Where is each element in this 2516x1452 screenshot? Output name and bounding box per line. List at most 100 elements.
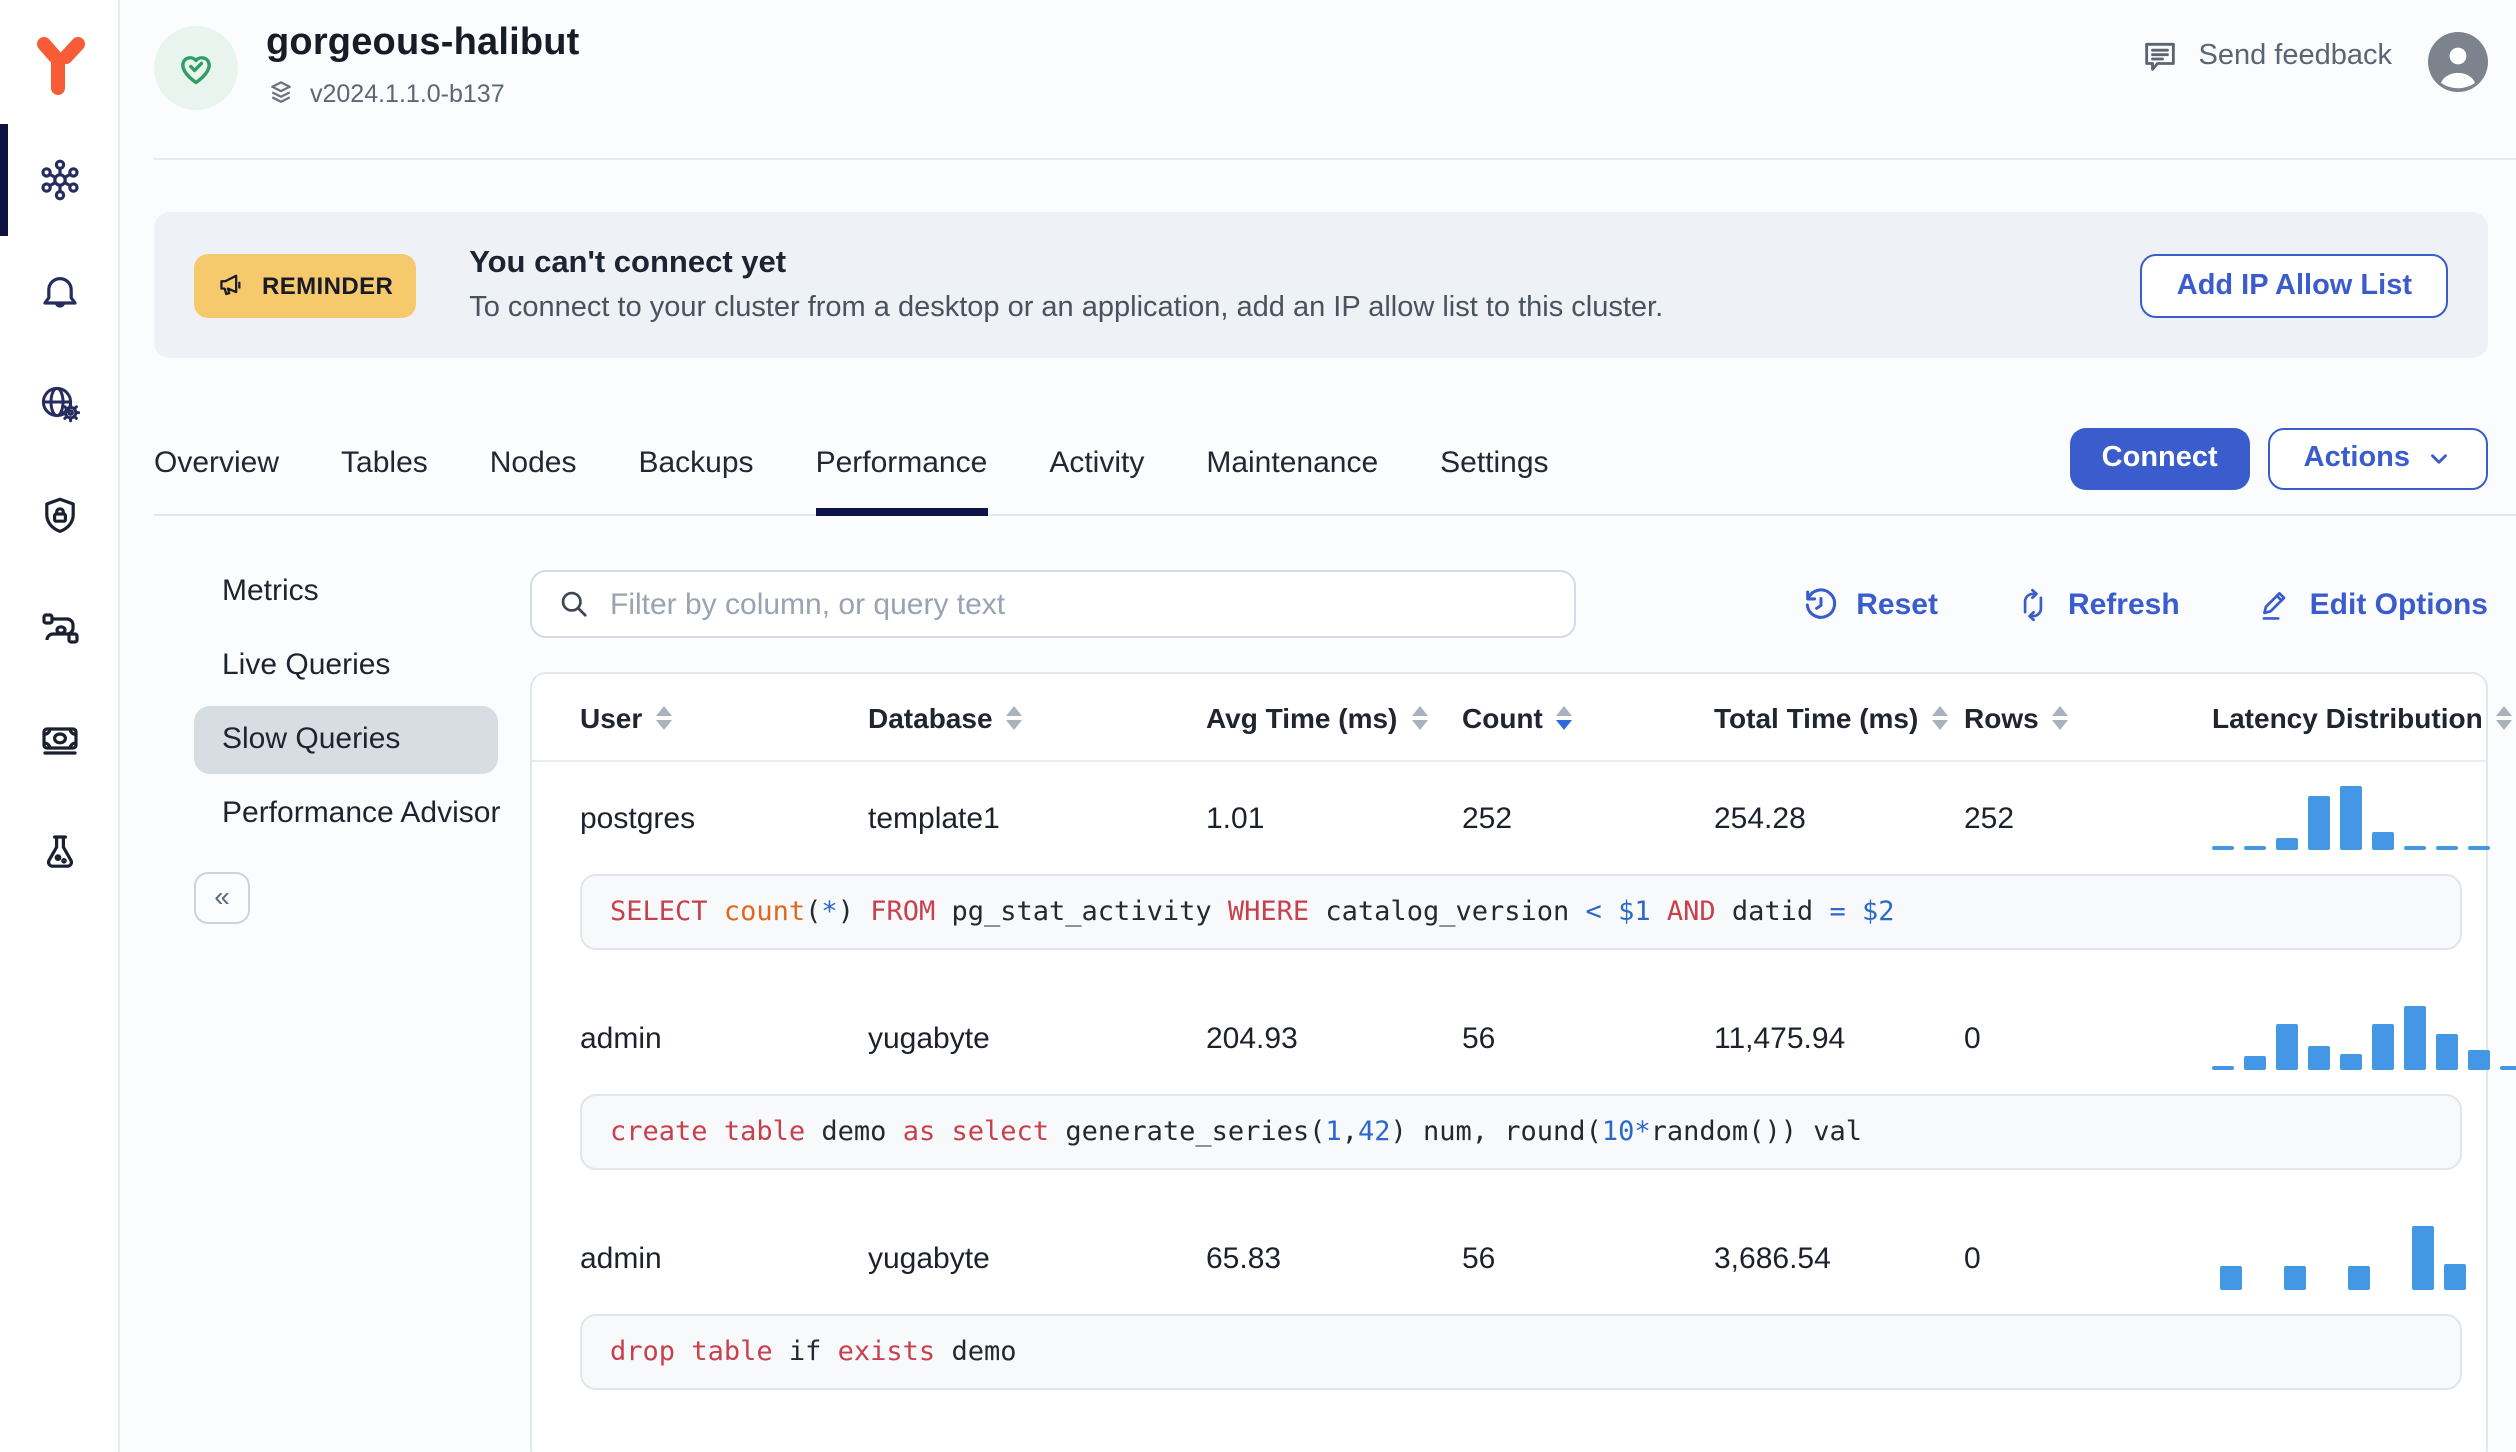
column-header-rows[interactable]: Rows bbox=[1964, 701, 2212, 733]
query-text[interactable]: create table demo as select generate_ser… bbox=[580, 1094, 2462, 1170]
tab-backups[interactable]: Backups bbox=[638, 418, 753, 514]
tab-tables[interactable]: Tables bbox=[341, 418, 428, 514]
latency-histogram bbox=[2212, 780, 2490, 856]
tab-nodes[interactable]: Nodes bbox=[490, 418, 577, 514]
integrations-flow-icon[interactable] bbox=[0, 572, 118, 684]
sort-icon bbox=[1932, 705, 1949, 729]
collapse-sidenav-button[interactable]: « bbox=[194, 872, 250, 924]
tab-overview[interactable]: Overview bbox=[154, 418, 279, 514]
active-nav-indicator bbox=[0, 124, 8, 236]
title-block: gorgeous-halibut v2024.1.1.0-b137 bbox=[266, 22, 580, 108]
billing-money-icon[interactable] bbox=[0, 684, 118, 796]
table-row[interactable]: postgres template1 1.01 252 254.28 252 bbox=[532, 762, 2490, 874]
performance-subnav: Metrics Live Queries Slow Queries Performan… bbox=[154, 516, 530, 1452]
column-header-database[interactable]: Database bbox=[868, 701, 1206, 733]
add-ip-allow-list-button[interactable]: Add IP Allow List bbox=[2140, 253, 2448, 317]
tab-performance[interactable]: Performance bbox=[815, 418, 987, 516]
reminder-badge: REMINDER bbox=[194, 253, 416, 317]
cluster-health-badge bbox=[154, 26, 238, 110]
banner-text: You can't connect yet To connect to your… bbox=[469, 246, 1663, 324]
column-header-user[interactable]: User bbox=[580, 701, 868, 733]
slow-queries-table: User Database Avg Time (ms) Count Total Time… bbox=[530, 672, 2516, 1452]
column-label: Avg Time (ms) bbox=[1206, 701, 1398, 733]
edit-options-button[interactable]: Edit Options bbox=[2256, 585, 2488, 623]
filter-input[interactable] bbox=[610, 587, 1550, 621]
table-row[interactable]: admin yugabyte 65.83 56 3,686.54 0 bbox=[532, 1202, 2486, 1314]
cell-database: yugabyte bbox=[868, 1241, 990, 1275]
column-label: User bbox=[580, 701, 643, 733]
cell-database: template1 bbox=[868, 801, 1000, 835]
network-globe-gear-icon[interactable] bbox=[0, 348, 118, 460]
cell-total-time-ms: 3,686.54 bbox=[1714, 1241, 1831, 1275]
alerts-bell-icon[interactable] bbox=[0, 236, 118, 348]
latency-histogram bbox=[2212, 1000, 2516, 1076]
cell-user: admin bbox=[580, 1021, 662, 1055]
version-text: v2024.1.1.0-b137 bbox=[310, 79, 505, 107]
column-header-latency-distribution[interactable]: Latency Distribution bbox=[2212, 701, 2513, 733]
column-header-avg-time-ms[interactable]: Avg Time (ms) bbox=[1206, 701, 1462, 733]
refresh-button[interactable]: Refresh bbox=[2014, 585, 2180, 623]
query-text[interactable]: drop table if exists demo bbox=[580, 1314, 2462, 1390]
page-title: gorgeous-halibut bbox=[266, 22, 580, 64]
cluster-version: v2024.1.1.0-b137 bbox=[266, 78, 580, 108]
subnav-item-live-queries[interactable]: Live Queries bbox=[194, 632, 498, 700]
banner-message: To connect to your cluster from a deskto… bbox=[469, 292, 1664, 324]
sort-icon bbox=[1556, 705, 1573, 729]
yugabyte-logo-icon[interactable] bbox=[0, 16, 118, 116]
send-feedback-button[interactable]: Send feedback bbox=[2141, 36, 2393, 76]
column-header-count[interactable]: Count bbox=[1462, 701, 1714, 733]
cell-user: admin bbox=[580, 1241, 662, 1275]
actions-button[interactable]: Actions bbox=[2267, 427, 2488, 489]
slow-queries-pane: Reset Refresh bbox=[530, 516, 2516, 1452]
chevron-down-icon bbox=[2426, 445, 2452, 471]
table-body: postgres template1 1.01 252 254.28 252 SELECT … bbox=[532, 762, 2516, 1390]
cell-avg-time-ms: 65.83 bbox=[1206, 1241, 1282, 1275]
refresh-label: Refresh bbox=[2067, 587, 2180, 621]
tabs-bar: Overview Tables Nodes Backups Performance Act… bbox=[154, 418, 2516, 516]
cell-avg-time-ms: 1.01 bbox=[1206, 801, 1265, 835]
latency-histogram bbox=[2220, 1220, 2466, 1296]
sidebar bbox=[0, 0, 120, 1452]
subnav-item-metrics[interactable]: Metrics bbox=[194, 558, 498, 626]
feedback-label: Send feedback bbox=[2198, 40, 2393, 72]
user-avatar[interactable] bbox=[2428, 32, 2488, 92]
tab-maintenance[interactable]: Maintenance bbox=[1206, 418, 1378, 514]
clusters-hub-icon[interactable] bbox=[0, 124, 118, 236]
table-row[interactable]: admin yugabyte 204.93 56 11,475.94 0 bbox=[532, 982, 2516, 1094]
feedback-bubble-icon bbox=[2141, 36, 2181, 76]
cell-total-time-ms: 254.28 bbox=[1714, 801, 1806, 835]
tab-activity[interactable]: Activity bbox=[1049, 418, 1144, 514]
cell-total-time-ms: 11,475.94 bbox=[1714, 1021, 1846, 1055]
layers-icon bbox=[266, 78, 296, 108]
column-label: Database bbox=[868, 701, 993, 733]
reminder-banner: REMINDER You can't connect yet To connec… bbox=[154, 212, 2488, 358]
column-header-total-time-ms[interactable]: Total Time (ms) bbox=[1714, 701, 1964, 733]
cluster-header: gorgeous-halibut v2024.1.1.0-b137 Send f… bbox=[120, 0, 2516, 160]
sidebar-nav bbox=[0, 124, 118, 908]
search-icon bbox=[556, 586, 592, 622]
actions-label: Actions bbox=[2303, 442, 2410, 474]
tab-settings[interactable]: Settings bbox=[1440, 418, 1548, 514]
connect-button[interactable]: Connect bbox=[2069, 427, 2250, 489]
subnav-item-slow-queries[interactable]: Slow Queries bbox=[194, 706, 498, 774]
cell-rows: 0 bbox=[1964, 1021, 1981, 1055]
cell-database: yugabyte bbox=[868, 1021, 990, 1055]
column-label: Count bbox=[1462, 701, 1543, 733]
reset-button[interactable]: Reset bbox=[1802, 585, 1938, 623]
labs-flask-icon[interactable] bbox=[0, 796, 118, 908]
reset-label: Reset bbox=[1856, 587, 1938, 621]
app-root: gorgeous-halibut v2024.1.1.0-b137 Send f… bbox=[0, 0, 2516, 1452]
table-header: User Database Avg Time (ms) Count Total Time… bbox=[532, 674, 2513, 762]
query-text[interactable]: SELECT count(*) FROM pg_stat_activity WH… bbox=[580, 874, 2462, 950]
refresh-icon bbox=[2014, 585, 2052, 623]
toolbar-actions: Reset Refresh Edit Options bbox=[1802, 585, 2488, 623]
sort-icon bbox=[1411, 705, 1428, 729]
performance-body: Metrics Live Queries Slow Queries Performan… bbox=[154, 516, 2516, 1452]
content: REMINDER You can't connect yet To connec… bbox=[120, 160, 2516, 1452]
subnav-item-performance-advisor[interactable]: Performance Advisor bbox=[194, 780, 500, 848]
pencil-icon bbox=[2256, 585, 2294, 623]
security-shield-lock-icon[interactable] bbox=[0, 460, 118, 572]
subnav-items: Metrics Live Queries Slow Queries Performan… bbox=[154, 558, 530, 848]
megaphone-icon bbox=[216, 269, 248, 301]
edit-options-label: Edit Options bbox=[2309, 587, 2488, 621]
